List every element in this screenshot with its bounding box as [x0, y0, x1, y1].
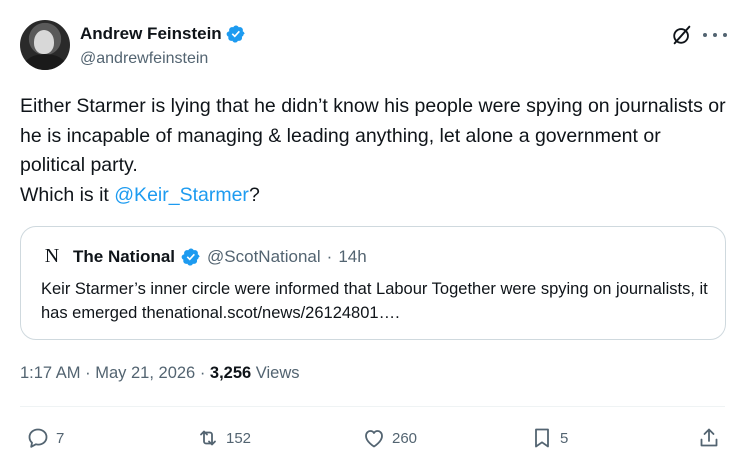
- quoted-author-name[interactable]: The National: [73, 247, 175, 267]
- quoted-tweet-text: Keir Starmer’s inner circle were informe…: [41, 280, 708, 322]
- avatar-shoulders: [24, 54, 66, 70]
- quoted-tweet-header: N The National @ScotNational · 14h: [41, 245, 367, 268]
- grok-icon[interactable]: [671, 24, 693, 46]
- author-avatar[interactable]: [20, 20, 70, 70]
- more-dot: [703, 33, 707, 37]
- bookmark-count: 5: [560, 429, 569, 447]
- heart-icon: [365, 430, 383, 448]
- tweet-meta: 1:17 AM · May 21, 2026 · 3,256 Views: [20, 364, 300, 383]
- views-count: 3,256: [209, 364, 252, 382]
- tweet-text: Either Starmer is lying that he didn’t k…: [20, 92, 730, 210]
- share-button[interactable]: [697, 424, 721, 452]
- author-name[interactable]: Andrew Feinstein: [80, 24, 222, 44]
- mention-link[interactable]: @Keir_Starmer: [114, 184, 249, 206]
- repost-button[interactable]: 152: [196, 424, 251, 452]
- quoted-author-handle[interactable]: @ScotNational: [207, 247, 321, 267]
- like-button[interactable]: 260: [362, 424, 417, 452]
- repost-count: 152: [226, 429, 252, 447]
- tweet-text-prefix: Which is it: [20, 183, 115, 206]
- verified-badge-icon: [226, 25, 245, 43]
- more-dot: [713, 33, 717, 37]
- quoted-author-logo[interactable]: N: [41, 245, 63, 268]
- tweet-text-line2: Which is it @Keir_Starmer?: [20, 181, 730, 211]
- tweet-text-suffix: ?: [248, 183, 260, 206]
- share-icon: [700, 428, 718, 447]
- reply-count: 7: [56, 429, 65, 447]
- avatar-face: [34, 30, 54, 54]
- more-options-icon[interactable]: [703, 24, 727, 46]
- quoted-verified-badge-icon: [181, 247, 200, 266]
- reply-button[interactable]: 7: [26, 424, 64, 452]
- tweet-time[interactable]: 1:17 AM: [20, 364, 81, 382]
- quoted-timestamp[interactable]: 14h: [338, 247, 366, 267]
- reply-icon: [28, 428, 48, 448]
- meta-separator: ·: [85, 364, 91, 382]
- divider: [20, 406, 725, 407]
- repost-icon: [200, 430, 216, 446]
- bookmark-icon: [535, 428, 549, 448]
- tweet-date[interactable]: May 21, 2026: [95, 364, 195, 382]
- quoted-tweet-card[interactable]: N The National @ScotNational · 14h Keir …: [20, 226, 726, 340]
- bookmark-button[interactable]: 5: [530, 424, 568, 452]
- author-name-row: Andrew Feinstein: [80, 24, 246, 44]
- like-count: 260: [392, 429, 418, 447]
- tweet-text-line1: Either Starmer is lying that he didn’t k…: [20, 95, 726, 176]
- meta-separator: ·: [199, 364, 206, 382]
- quoted-separator: ·: [326, 246, 333, 266]
- author-handle[interactable]: @andrewfeinstein: [80, 50, 208, 68]
- more-dot: [723, 33, 727, 37]
- views-label: Views: [255, 364, 300, 382]
